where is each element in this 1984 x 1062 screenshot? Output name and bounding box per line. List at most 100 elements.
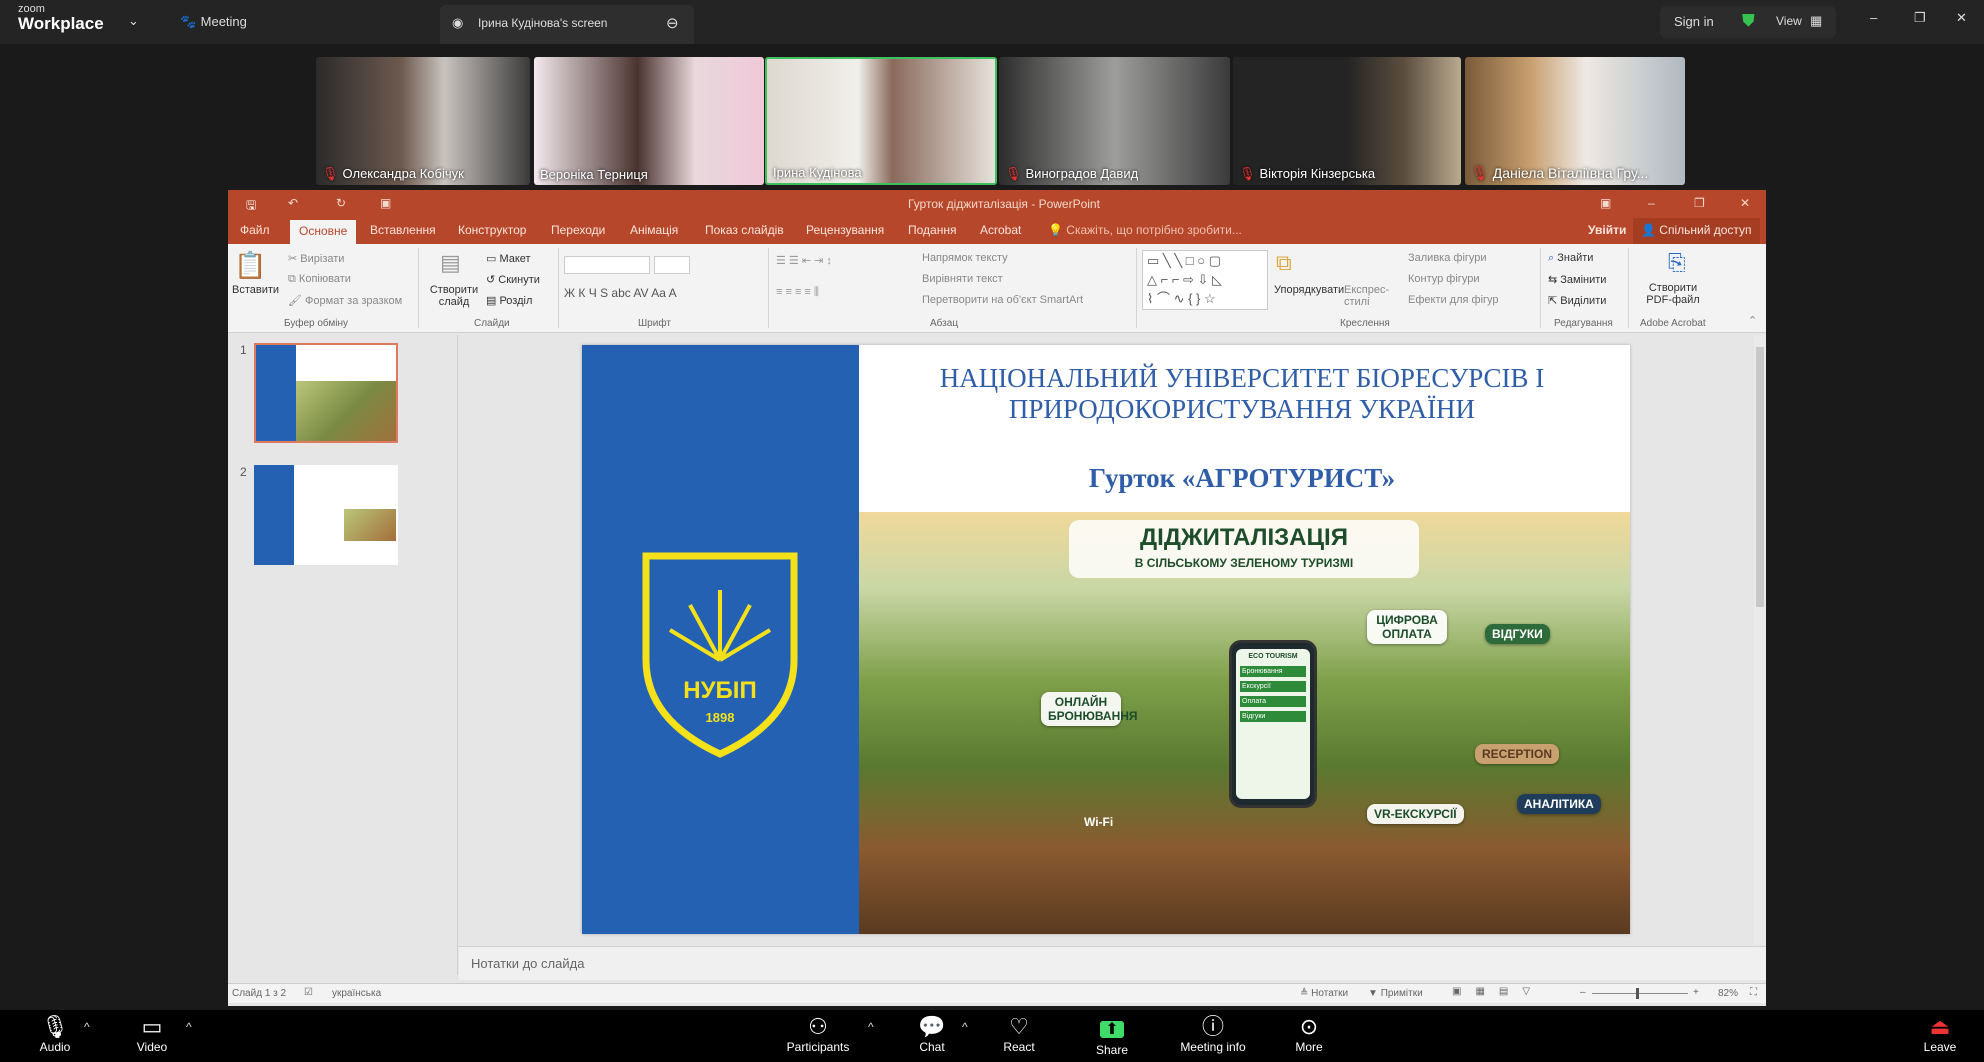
shape-outline-button[interactable]: Контур фігури xyxy=(1408,273,1479,285)
view-buttons[interactable]: ▣▦▤▽ xyxy=(1452,986,1544,997)
language-indicator[interactable]: українська xyxy=(332,988,381,999)
smartart-button[interactable]: Перетворити на об'єкт SmartArt xyxy=(922,294,1083,306)
sign-in-button[interactable]: Sign in xyxy=(1674,14,1714,29)
participants-caret[interactable]: ^ xyxy=(868,1020,874,1034)
close-icon[interactable]: ✕ xyxy=(1956,10,1967,26)
copy-label: Копіювати xyxy=(298,273,351,285)
layout-button[interactable]: ▭ Макет xyxy=(486,252,531,265)
minimize-icon[interactable]: – xyxy=(1648,196,1655,210)
close-icon[interactable]: ✕ xyxy=(1740,196,1750,210)
video-options-caret[interactable]: ^ xyxy=(186,1020,192,1034)
meeting-info-button[interactable]: ⓘ Meeting info xyxy=(1168,1014,1258,1054)
video-button[interactable]: ▭ Video xyxy=(107,1014,197,1054)
zoom-slider[interactable] xyxy=(1592,988,1688,999)
audio-options-caret[interactable]: ^ xyxy=(84,1020,90,1034)
notes-toggle[interactable]: ≜ Нотатки xyxy=(1300,988,1348,999)
group-editing: Редагування xyxy=(1554,318,1613,329)
image-label: ЦИФРОВА ОПЛАТА xyxy=(1367,610,1447,644)
quick-styles-button[interactable]: Експрес-стилі xyxy=(1344,284,1389,308)
participant-tile[interactable]: 🎙 Даніела Віталіївна Гру... xyxy=(1465,57,1685,185)
vertical-scrollbar[interactable] xyxy=(1754,335,1766,945)
people-icon: ⚇ xyxy=(808,1014,828,1039)
undo-icon[interactable]: ↶ xyxy=(288,196,298,210)
slide-canvas[interactable]: НУБІП 1898 НАЦІОНАЛЬНИЙ УНІВЕРСИТЕТ БІОР… xyxy=(582,345,1630,934)
slide-thumbnail-1[interactable] xyxy=(254,343,398,443)
arrange-button[interactable]: Упорядкувати xyxy=(1274,284,1344,296)
share-button[interactable]: 👤 Спільний доступ xyxy=(1633,218,1760,244)
participant-tile[interactable]: Вероніка Терниця xyxy=(534,57,764,185)
section-button[interactable]: ▤ Розділ xyxy=(486,294,532,307)
ribbon-display-icon[interactable]: ▣ xyxy=(1600,196,1611,210)
create-pdf-button[interactable]: Створити PDF-файл xyxy=(1638,282,1708,306)
more-options-icon[interactable]: ⊖ xyxy=(666,14,679,32)
redo-icon[interactable]: ↻ xyxy=(336,196,346,210)
shape-effects-button[interactable]: Ефекти для фігур xyxy=(1408,294,1499,306)
comments-toggle[interactable]: ▼ Примітки xyxy=(1368,988,1423,999)
notes-pane[interactable]: Нотатки до слайда xyxy=(459,946,1766,980)
find-button[interactable]: ⌕ Знайти xyxy=(1548,252,1593,265)
shape-fill-button[interactable]: Заливка фігури xyxy=(1408,252,1487,264)
zoom-out-icon[interactable]: – xyxy=(1580,987,1586,998)
restore-icon[interactable]: ❐ xyxy=(1914,10,1926,26)
tab-file[interactable]: Файл xyxy=(240,223,270,237)
muted-mic-icon: 🎙 xyxy=(1239,166,1256,181)
react-button[interactable]: ♡ React xyxy=(974,1014,1064,1054)
tab-insert[interactable]: Вставлення xyxy=(370,223,436,237)
zoom-level[interactable]: 82% xyxy=(1718,988,1738,999)
participants-button[interactable]: ⚇ Participants xyxy=(773,1014,863,1054)
image-label: RECEPTION xyxy=(1475,744,1560,764)
tab-slideshow[interactable]: Показ слайдів xyxy=(705,223,784,237)
chat-label: Chat xyxy=(919,1040,945,1054)
participant-tile[interactable]: 🎙 Вікторія Кінзерська xyxy=(1233,57,1461,185)
alignment-buttons[interactable]: ≡ ≡ ≡ ≡ ⫼ xyxy=(776,286,819,299)
format-painter-button[interactable]: 🖌 Формат за зразком xyxy=(288,294,402,307)
scrollbar-thumb[interactable] xyxy=(1756,347,1764,607)
zoom-in-icon[interactable]: + xyxy=(1693,987,1699,998)
replace-button[interactable]: ⇆ Замінити xyxy=(1548,273,1606,286)
participant-tile-active-speaker[interactable]: Ірина Кудінова xyxy=(765,57,997,185)
leave-button[interactable]: ⏏ Leave xyxy=(1900,1014,1980,1054)
shapes-gallery[interactable]: ▭ ╲ ╲ □ ○ ▢ △ ⌐ ⌐ ⇨ ⇩ ◺ ⌇ ⌒ ∿ { } ☆ xyxy=(1142,250,1268,310)
fit-to-window-icon[interactable]: ⛶ xyxy=(1750,987,1757,998)
share-button[interactable]: ⬆ Share xyxy=(1067,1014,1157,1057)
tab-animations[interactable]: Анімація xyxy=(630,223,678,237)
copy-button[interactable]: ⧉ Копіювати xyxy=(288,273,351,286)
more-button[interactable]: ⊙ More xyxy=(1264,1014,1354,1054)
tab-home[interactable]: Основне xyxy=(290,220,357,244)
collapse-ribbon-icon[interactable]: ⌃ xyxy=(1748,314,1757,327)
image-title: ДІДЖИТАЛІЗАЦІЯ xyxy=(1140,524,1348,551)
start-slideshow-icon[interactable]: ▣ xyxy=(380,196,391,210)
tab-review[interactable]: Рецензування xyxy=(806,223,884,237)
tab-design[interactable]: Конструктор xyxy=(458,223,526,237)
participant-tile[interactable]: 🎙 Виноградов Давид xyxy=(999,57,1230,185)
save-icon[interactable]: 🖫 xyxy=(246,196,256,217)
chat-caret[interactable]: ^ xyxy=(962,1020,968,1034)
font-formatting-buttons[interactable]: Ж К Ч S abc AV Aa A xyxy=(564,286,677,300)
meeting-tab[interactable]: 🐾 Meeting xyxy=(180,13,247,31)
ppt-sign-in[interactable]: Увійти xyxy=(1588,223,1626,237)
group-font: Шрифт xyxy=(638,318,671,329)
maximize-icon[interactable]: ❐ xyxy=(1694,196,1705,210)
align-text-button[interactable]: Вирівняти текст xyxy=(922,273,1003,285)
list-buttons[interactable]: ☰ ☰ ⇤ ⇥ ↕ xyxy=(776,254,832,267)
share-screen-tab[interactable]: ◉ Ірина Кудінова's screen ⊖ xyxy=(440,5,694,44)
font-name-box[interactable] xyxy=(564,256,650,274)
tab-acrobat[interactable]: Acrobat xyxy=(980,223,1021,237)
tell-me-box[interactable]: 💡 Скажіть, що потрібно зробити... xyxy=(1048,223,1242,237)
zoom-slider-thumb[interactable] xyxy=(1636,988,1639,999)
tab-transitions[interactable]: Переходи xyxy=(551,223,605,237)
slide-thumbnail-2[interactable] xyxy=(254,465,398,565)
participant-tile[interactable]: 🎙 Олександра Кобічук xyxy=(316,57,530,185)
view-button[interactable]: View xyxy=(1776,14,1802,28)
reset-button[interactable]: ↺ Скинути xyxy=(486,273,540,286)
spellcheck-icon[interactable]: ☑ xyxy=(304,987,313,998)
chevron-down-icon[interactable]: ⌄ xyxy=(128,13,139,29)
paste-button[interactable]: Вставити xyxy=(232,284,279,296)
select-button[interactable]: ⇱ Виділити xyxy=(1548,294,1606,307)
new-slide-button[interactable]: Створити слайд xyxy=(426,284,482,308)
text-direction-button[interactable]: Напрямок тексту xyxy=(922,252,1008,264)
font-size-box[interactable] xyxy=(654,256,690,274)
tab-view[interactable]: Подання xyxy=(908,223,956,237)
minimize-icon[interactable]: – xyxy=(1870,10,1877,25)
cut-button[interactable]: ✂ Вирізати xyxy=(288,252,344,265)
